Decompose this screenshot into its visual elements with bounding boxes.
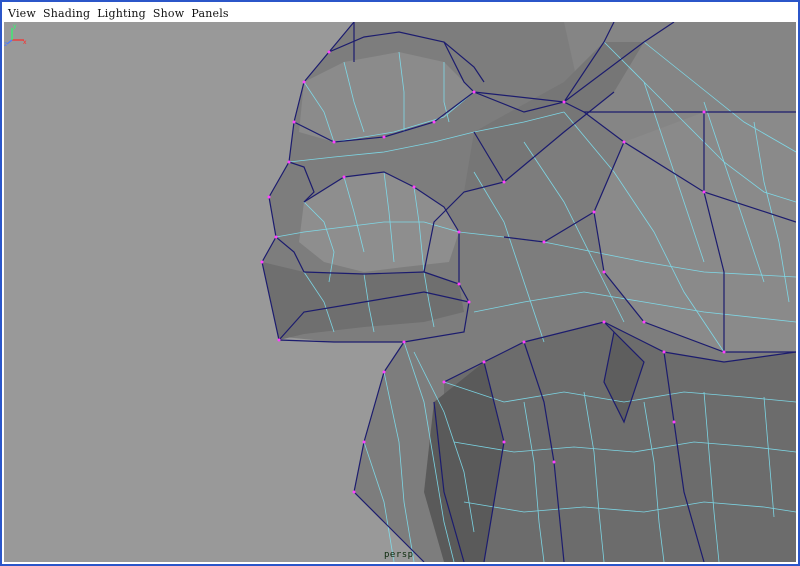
axis-gizmo: y x z [4,23,27,48]
menu-lighting[interactable]: Lighting [97,7,146,20]
maya-viewport-panel: View Shading Lighting Show Panels y x z … [0,0,800,566]
wireframe-mesh [260,22,796,562]
menu-panels[interactable]: Panels [191,7,228,20]
3d-viewport[interactable]: y x z persp [4,22,796,562]
menu-view[interactable]: View [8,7,36,20]
y-axis-label: y [13,23,17,30]
x-axis-label: x [23,39,27,46]
menu-shading[interactable]: Shading [43,7,90,20]
menu-show[interactable]: Show [153,7,184,20]
z-axis-label: z [4,41,7,48]
camera-label: persp [384,550,414,560]
panel-menubar: View Shading Lighting Show Panels [4,4,796,22]
z-axis-line [6,39,13,45]
